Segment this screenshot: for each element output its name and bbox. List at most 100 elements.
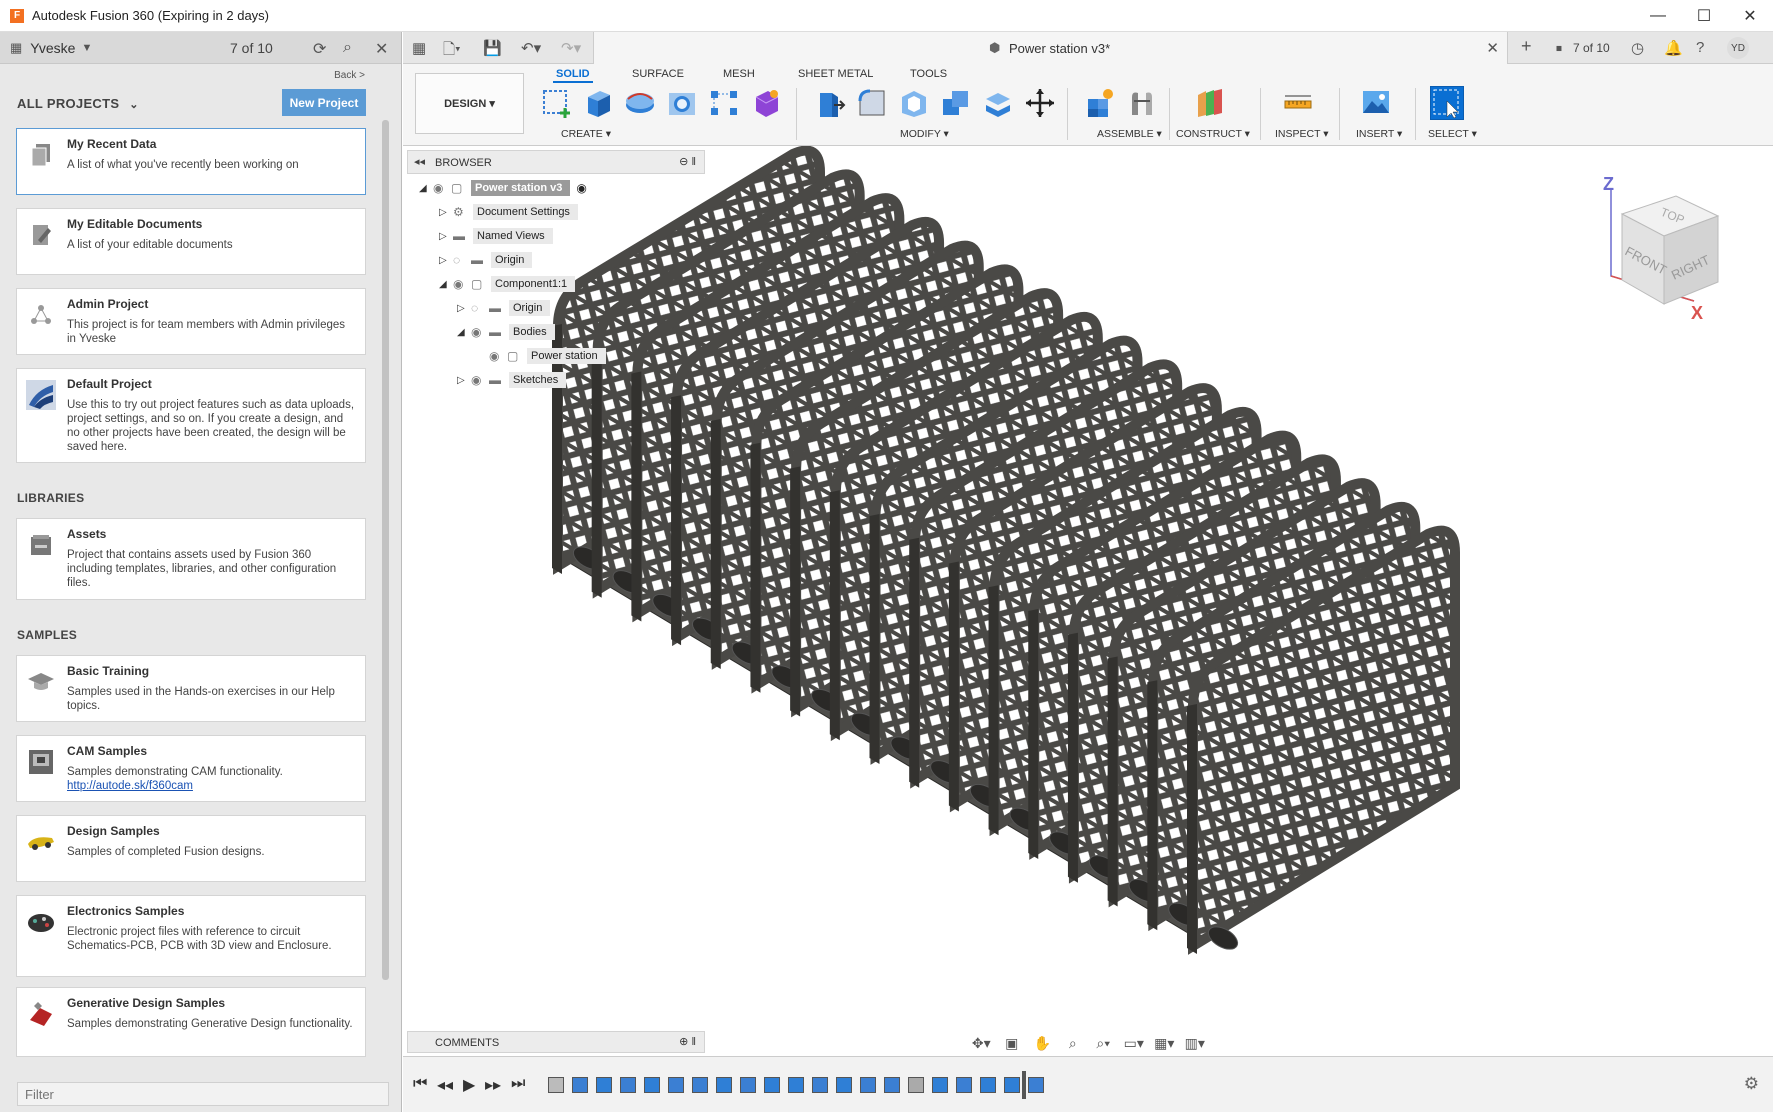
team-icon[interactable]: ▦ [10, 40, 22, 56]
eye-icon[interactable]: ◉ [453, 277, 471, 291]
browser-item-root[interactable]: ◢ ◉ ▢ Power station v3 ◉ [419, 178, 587, 198]
add-comment-icon[interactable]: ⊕ ‖ [679, 1035, 696, 1048]
construct-menu[interactable]: CONSTRUCT ▾ [1176, 128, 1250, 140]
grid-icon[interactable]: ▦▾ [1151, 1035, 1178, 1052]
timeline-feature-icon[interactable] [908, 1077, 924, 1093]
document-tab[interactable]: ⬢ Power station v3* ✕ [593, 32, 1508, 65]
browser-item-component[interactable]: ◢ ◉ ▢ Component1:1 [439, 274, 576, 294]
comments-panel[interactable]: COMMENTS ⊕ ‖ [407, 1031, 705, 1053]
browser-item-bodies[interactable]: ◢ ◉ ▬ Bodies [457, 322, 555, 342]
hole-icon[interactable] [665, 86, 699, 120]
timeline-settings-icon[interactable]: ⚙ [1744, 1074, 1759, 1094]
eye-icon[interactable]: ◉ [433, 181, 451, 195]
modify-menu[interactable]: MODIFY ▾ [900, 128, 949, 140]
sample-card-electronics-samples[interactable]: Electronics Samples Electronic project f… [16, 895, 366, 977]
browser-item-named-views[interactable]: ▷ ▬ Named Views [439, 226, 553, 246]
zoom-icon[interactable]: ⌕ [1060, 1035, 1087, 1052]
eye-hidden-icon[interactable]: ◌ [471, 301, 489, 315]
activate-radio-icon[interactable]: ◉ [576, 181, 586, 195]
project-card-my-recent-data[interactable]: My Recent Data A list of what you've rec… [16, 128, 366, 195]
project-card-default-project[interactable]: Default Project Use this to try out proj… [16, 368, 366, 463]
browser-item-document-settings[interactable]: ▷ ⚙ Document Settings [439, 202, 578, 222]
go-to-end-icon[interactable]: ⏭ [511, 1075, 525, 1093]
look-at-icon[interactable]: ▣ [999, 1035, 1026, 1052]
job-status[interactable]: 7 of 10 [230, 40, 273, 56]
clock-icon[interactable]: ◷ [1631, 39, 1644, 57]
browser-item-component-origin[interactable]: ▷ ◌ ▬ Origin [457, 298, 551, 318]
cam-samples-link[interactable]: http://autode.sk/f360cam [67, 779, 357, 793]
timeline-feature-icon[interactable] [716, 1077, 732, 1093]
select-menu[interactable]: SELECT ▾ [1428, 128, 1477, 140]
eye-icon[interactable]: ◉ [471, 325, 489, 339]
timeline-feature-icon[interactable] [596, 1077, 612, 1093]
tab-sheet-metal[interactable]: SHEET METAL [795, 67, 876, 81]
new-project-button[interactable]: New Project [282, 89, 366, 116]
move-copy-icon[interactable] [1023, 86, 1057, 120]
eye-icon[interactable]: ◉ [471, 373, 489, 387]
create-sketch-icon[interactable] [539, 86, 573, 120]
expand-triangle-icon[interactable]: ▷ [439, 207, 453, 218]
timeline-feature-icon[interactable] [692, 1077, 708, 1093]
play-icon[interactable]: ▶ [463, 1075, 475, 1095]
extrude-icon[interactable] [581, 86, 615, 120]
fit-zoom-icon[interactable]: ⌕▾ [1090, 1035, 1117, 1052]
browser-item-body-power-station[interactable]: ◉ ▢ Power station [489, 346, 606, 366]
sample-card-cam-samples[interactable]: CAM Samples Samples demonstrating CAM fu… [16, 735, 366, 802]
select-icon[interactable] [1430, 86, 1464, 120]
timeline-feature-icon[interactable] [548, 1077, 564, 1093]
timeline-feature-icon[interactable] [668, 1077, 684, 1093]
timeline-feature-icon[interactable] [740, 1077, 756, 1093]
timeline-feature-icon[interactable] [932, 1077, 948, 1093]
offset-face-icon[interactable] [981, 86, 1015, 120]
new-component-icon[interactable] [1083, 86, 1117, 120]
revolve-icon[interactable] [623, 86, 657, 120]
library-card-assets[interactable]: Assets Project that contains assets used… [16, 518, 366, 600]
joint-icon[interactable] [1125, 86, 1159, 120]
tab-solid[interactable]: SOLID [553, 67, 593, 83]
shell-icon[interactable] [897, 86, 931, 120]
chevron-down-icon[interactable]: ▼ [81, 42, 92, 54]
expand-triangle-icon[interactable]: ▷ [439, 255, 453, 266]
step-forward-icon[interactable]: ▸▸ [485, 1075, 501, 1095]
timeline-feature-icon[interactable] [1028, 1077, 1044, 1093]
timeline-feature-icon[interactable] [956, 1077, 972, 1093]
notification-bell-icon[interactable]: 🔔 [1664, 39, 1683, 57]
search-icon[interactable]: ⌕ [343, 39, 352, 57]
workspace-switcher[interactable]: DESIGN ▾ [415, 73, 524, 134]
timeline-feature-icon[interactable] [836, 1077, 852, 1093]
tab-surface[interactable]: SURFACE [629, 67, 687, 81]
back-link[interactable]: Back > [334, 70, 365, 81]
expand-triangle-icon[interactable]: ◢ [457, 327, 471, 338]
app-grid-icon[interactable]: ▦ [412, 39, 426, 57]
timeline-feature-icon[interactable] [644, 1077, 660, 1093]
sample-card-design-samples[interactable]: Design Samples Samples of completed Fusi… [16, 815, 366, 882]
save-icon[interactable]: 💾 [483, 39, 502, 57]
sample-card-basic-training[interactable]: Basic Training Samples used in the Hands… [16, 655, 366, 722]
rectangular-pattern-icon[interactable] [707, 86, 741, 120]
timeline-feature-icon[interactable] [620, 1077, 636, 1093]
collapse-browser-icon[interactable]: ◂◂ [414, 155, 425, 168]
refresh-icon[interactable]: ⟳ [313, 39, 326, 59]
tab-tools[interactable]: TOOLS [907, 67, 950, 81]
timeline-feature-icon[interactable] [572, 1077, 588, 1093]
measure-icon[interactable] [1281, 86, 1315, 120]
combine-icon[interactable] [939, 86, 973, 120]
project-card-admin-project[interactable]: Admin Project This project is for team m… [16, 288, 366, 355]
new-tab-icon[interactable]: + [1521, 36, 1532, 57]
file-menu-icon[interactable]: 🗋▾ [443, 39, 461, 64]
timeline-feature-icon[interactable] [764, 1077, 780, 1093]
help-icon[interactable]: ? [1696, 39, 1704, 56]
project-card-my-editable-documents[interactable]: My Editable Documents A list of your edi… [16, 208, 366, 275]
pin-icon[interactable]: ⊖ ‖ [679, 155, 696, 168]
create-menu[interactable]: CREATE ▾ [561, 128, 611, 140]
insert-image-icon[interactable] [1359, 86, 1393, 120]
go-to-start-icon[interactable]: ⏮ [413, 1075, 427, 1093]
offset-plane-icon[interactable] [1193, 86, 1227, 120]
browser-item-origin[interactable]: ▷ ◌ ▬ Origin [439, 250, 533, 270]
all-projects-dropdown[interactable]: ALL PROJECTS ⌄ [17, 96, 139, 111]
sample-card-generative-design-samples[interactable]: Generative Design Samples Samples demons… [16, 987, 366, 1057]
orbit-icon[interactable]: ✥▾ [968, 1035, 995, 1052]
team-name[interactable]: Yveske [30, 40, 75, 56]
filter-input[interactable] [17, 1082, 389, 1106]
close-panel-icon[interactable]: ✕ [375, 39, 388, 59]
